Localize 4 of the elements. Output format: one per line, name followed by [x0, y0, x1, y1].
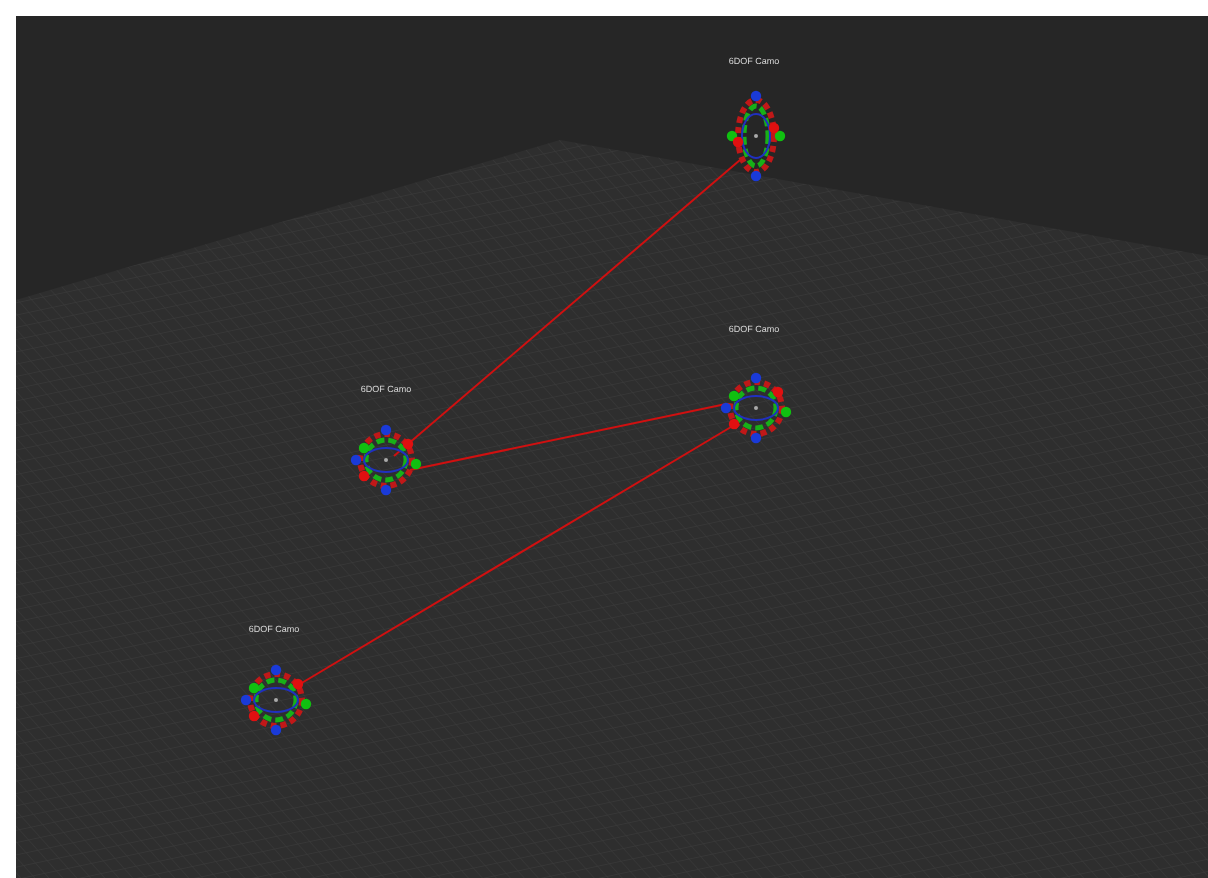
- gizmo-drawing[interactable]: [726, 90, 786, 182]
- gizmo-drawing[interactable]: [350, 424, 422, 496]
- gizmo-drawing[interactable]: [720, 372, 792, 444]
- gizmo-drawing[interactable]: [240, 664, 312, 736]
